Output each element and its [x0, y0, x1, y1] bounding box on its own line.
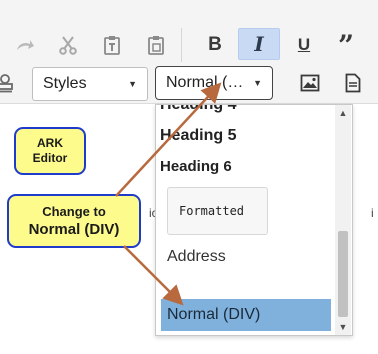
- callout-line: ARK: [37, 136, 63, 150]
- callout-line: Editor: [32, 151, 68, 165]
- chevron-down-icon: ▼: [128, 79, 137, 89]
- styles-combo[interactable]: Styles ▼: [32, 67, 148, 101]
- format-option-heading-4[interactable]: Heading 4: [160, 105, 334, 116]
- document-icon[interactable]: [338, 68, 368, 98]
- format-option-normal-div[interactable]: Normal (DIV): [161, 299, 331, 331]
- dropdown-scrollbar[interactable]: ▲ ▼: [335, 105, 351, 335]
- underline-icon[interactable]: U: [289, 30, 319, 60]
- bold-icon[interactable]: B: [200, 30, 230, 60]
- format-combo-label: Normal (…: [166, 74, 244, 91]
- blockquote-icon[interactable]: ”: [331, 30, 361, 60]
- change-to-callout: Change to Normal (DIV): [7, 194, 141, 248]
- italic-icon[interactable]: I: [238, 28, 280, 60]
- editor-text-fragment: i: [371, 206, 374, 220]
- toolbar-divider: [181, 28, 182, 62]
- format-combo[interactable]: Normal (… ▼: [155, 66, 273, 100]
- format-option-heading-5[interactable]: Heading 5: [160, 127, 334, 145]
- ark-editor-callout: ARK Editor: [14, 127, 86, 175]
- format-option-heading-6[interactable]: Heading 6: [160, 158, 334, 175]
- editor-toolbar: B I U ” Styles ▼ Normal (… ▼: [0, 0, 378, 104]
- scroll-down-icon[interactable]: ▼: [335, 319, 351, 335]
- chevron-down-icon: ▼: [253, 78, 262, 88]
- callout-line: Change to: [42, 204, 106, 219]
- copy-icon[interactable]: [97, 30, 127, 60]
- styles-combo-label: Styles: [43, 75, 87, 92]
- cut-icon[interactable]: [53, 30, 83, 60]
- image-icon[interactable]: [295, 68, 325, 98]
- format-option-formatted[interactable]: Formatted: [167, 187, 268, 235]
- stamp-icon[interactable]: [0, 68, 20, 98]
- scroll-up-icon[interactable]: ▲: [335, 105, 351, 121]
- callout-line: Normal (DIV): [28, 221, 120, 238]
- scrollbar-thumb[interactable]: [338, 231, 348, 317]
- format-dropdown: Heading 4 Heading 5 Heading 6 Formatted …: [155, 104, 353, 336]
- format-option-address[interactable]: Address: [167, 248, 341, 266]
- paste-icon[interactable]: [141, 30, 171, 60]
- redo-icon[interactable]: [10, 30, 40, 60]
